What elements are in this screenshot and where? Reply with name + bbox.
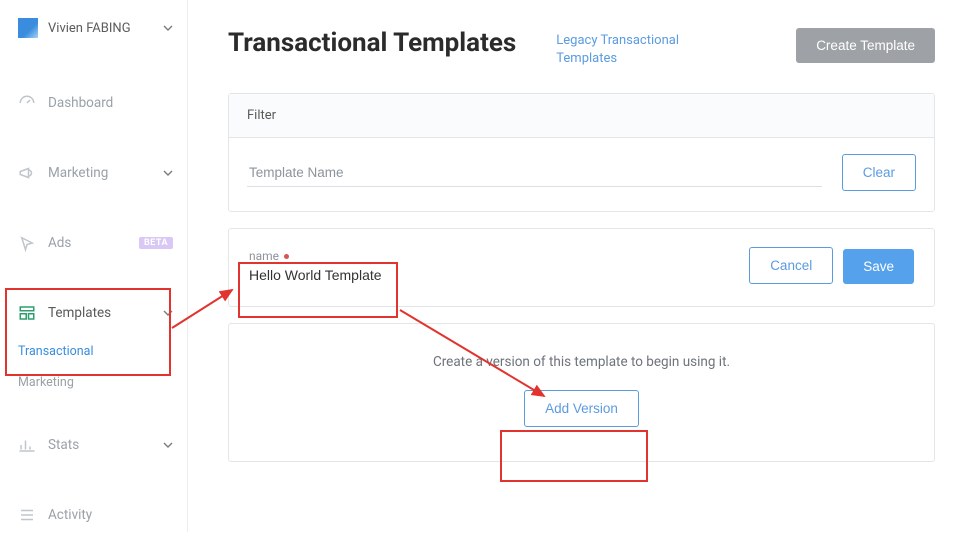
templates-icon <box>18 304 36 322</box>
sidebar-item-label: Stats <box>48 437 163 453</box>
create-template-button[interactable]: Create Template <box>796 28 935 63</box>
sidebar-item-label: Dashboard <box>48 95 173 111</box>
sidebar-item-label: Activity <box>48 507 173 523</box>
chevron-down-icon <box>163 23 173 33</box>
version-card: Create a version of this template to beg… <box>228 323 935 462</box>
sidebar-item-stats[interactable]: Stats <box>0 422 187 468</box>
sidebar-item-label: Ads <box>48 235 133 251</box>
sidebar: Vivien FABING Dashboard Marketing Ads BE… <box>0 0 188 532</box>
list-icon <box>18 506 36 524</box>
sidebar-item-label: Marketing <box>48 165 163 181</box>
cursor-icon <box>18 234 36 252</box>
sidebar-sub-marketing[interactable]: Marketing <box>0 367 187 398</box>
sidebar-item-marketing[interactable]: Marketing <box>0 150 187 196</box>
filter-label: Filter <box>247 108 276 123</box>
version-message: Create a version of this template to beg… <box>249 354 914 370</box>
logo-icon <box>18 18 38 38</box>
page-title: Transactional Templates <box>228 28 516 58</box>
page-header: Transactional Templates Legacy Transacti… <box>188 0 975 93</box>
cancel-button[interactable]: Cancel <box>749 247 833 284</box>
megaphone-icon <box>18 164 36 182</box>
sidebar-item-ads[interactable]: Ads BETA <box>0 220 187 266</box>
save-button[interactable]: Save <box>843 249 914 284</box>
clear-filter-button[interactable]: Clear <box>842 154 916 191</box>
legacy-templates-link[interactable]: Legacy Transactional Templates <box>556 32 716 67</box>
main-content: Transactional Templates Legacy Transacti… <box>188 0 975 532</box>
sidebar-item-activity[interactable]: Activity <box>0 492 187 538</box>
chevron-down-icon <box>163 308 173 318</box>
gauge-icon <box>18 94 36 112</box>
sidebar-item-templates[interactable]: Templates <box>0 290 187 336</box>
chevron-down-icon <box>163 440 173 450</box>
filter-header[interactable]: Filter <box>229 94 934 138</box>
name-form-card: name Cancel Save <box>228 228 935 307</box>
bar-chart-icon <box>18 436 36 454</box>
account-name: Vivien FABING <box>48 21 163 36</box>
name-field-block: name <box>249 249 409 284</box>
sidebar-item-label: Templates <box>48 305 163 321</box>
template-name-filter-input[interactable] <box>247 159 822 187</box>
name-field-label: name <box>249 249 409 263</box>
add-version-button[interactable]: Add Version <box>524 390 639 427</box>
required-indicator-icon <box>284 254 289 259</box>
filter-body: Clear <box>229 138 934 211</box>
chevron-down-icon <box>163 168 173 178</box>
beta-badge: BETA <box>139 237 173 249</box>
sidebar-sub-transactional[interactable]: Transactional <box>0 336 187 367</box>
sidebar-item-dashboard[interactable]: Dashboard <box>0 80 187 126</box>
template-name-input[interactable] <box>249 263 409 283</box>
filter-card: Filter Clear <box>228 93 935 212</box>
account-switcher[interactable]: Vivien FABING <box>0 0 187 56</box>
